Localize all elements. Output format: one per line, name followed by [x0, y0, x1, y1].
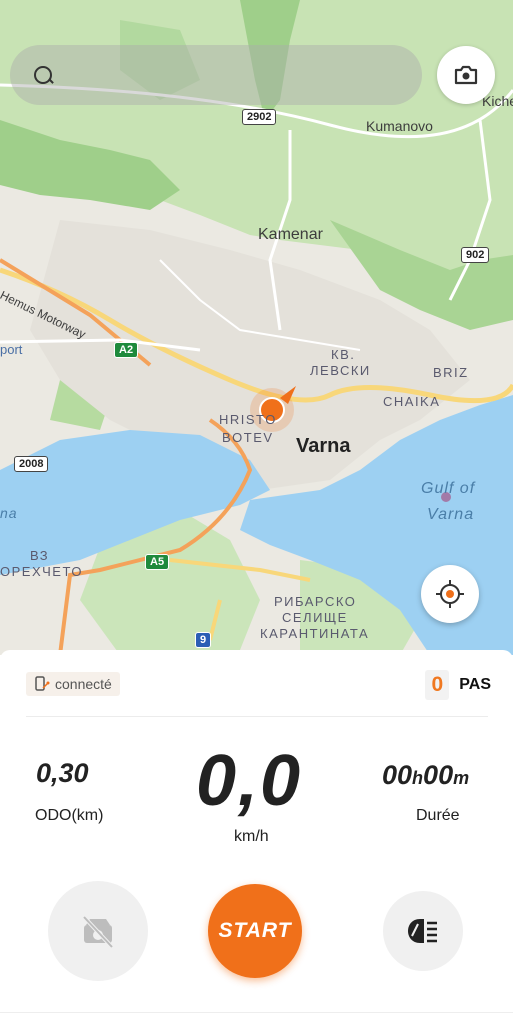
road-shield-902: 902: [461, 247, 490, 263]
map-label-chaika: CHAIKA: [383, 394, 441, 409]
map-label-vz: ВЗ: [30, 548, 50, 563]
crosshair-icon: [436, 580, 464, 608]
connection-status: connecté: [26, 672, 120, 696]
map-label-kv: КВ.: [331, 347, 356, 362]
map-label-orekhcheto: ОРЕХЧЕТО: [0, 564, 83, 579]
road-shield-2902: 2902: [242, 109, 277, 125]
duration-hours: 00: [382, 760, 413, 790]
map-label-karantinata: КАРАНТИНАТА: [260, 626, 370, 641]
recenter-location-button[interactable]: [421, 565, 479, 623]
map-label-gulf-1: Gulf of: [421, 480, 476, 497]
pas-level: 0: [425, 670, 450, 700]
search-bar[interactable]: [10, 45, 422, 105]
headlight-button[interactable]: [383, 891, 463, 971]
map-label-kumanovo: Kumanovo: [366, 118, 433, 134]
map-label-varna: Varna: [296, 435, 351, 457]
map-label-selishte: СЕЛИЩЕ: [282, 610, 348, 625]
speed-unit-label: km/h: [234, 828, 269, 845]
duration-hours-unit: h: [412, 768, 424, 788]
road-shield-a5: A5: [145, 554, 170, 570]
bike-lock-disabled-icon: [82, 915, 114, 949]
phone-link-icon: [35, 676, 50, 691]
duration-minutes-unit: m: [453, 768, 470, 788]
odometer-label: ODO(km): [35, 807, 104, 824]
map-label-gulf-2: Varna: [427, 506, 475, 523]
pas-indicator[interactable]: 0 PAS: [425, 670, 491, 700]
search-icon[interactable]: [34, 66, 52, 84]
map-label-port: port: [0, 342, 23, 357]
map-label-ribarsko: РИБАРСКО: [274, 594, 357, 609]
headlight-icon: [408, 919, 437, 943]
bike-lock-button[interactable]: [48, 881, 148, 981]
start-ride-button[interactable]: START: [208, 884, 302, 978]
map-label-kamenar: Kamenar: [258, 226, 323, 243]
map-label-briz: BRIZ: [433, 365, 469, 380]
camera-button[interactable]: [437, 46, 495, 104]
map-label-levski: ЛЕВСКИ: [310, 363, 371, 378]
divider: [26, 716, 488, 717]
speed-value: 0,0: [196, 741, 303, 821]
road-shield-9: 9: [195, 632, 212, 648]
map-label-kiche: Kiche: [482, 93, 513, 109]
map-label-botev: BOTEV: [222, 430, 274, 445]
map-label-hristo: HRISTO: [219, 412, 277, 427]
duration-value: 00h00m: [382, 760, 469, 791]
road-shield-2008: 2008: [14, 456, 49, 472]
pas-label: PAS: [459, 676, 491, 693]
bottom-navigation-bar: [0, 1012, 513, 1025]
odometer-value: 0,30: [36, 758, 89, 788]
camera-icon: [454, 65, 478, 85]
road-shield-a2: A2: [114, 342, 139, 358]
connection-status-label: connecté: [55, 676, 112, 692]
duration-label: Durée: [416, 807, 460, 824]
duration-minutes: 00: [423, 760, 454, 790]
map-label-na: na: [0, 505, 18, 521]
